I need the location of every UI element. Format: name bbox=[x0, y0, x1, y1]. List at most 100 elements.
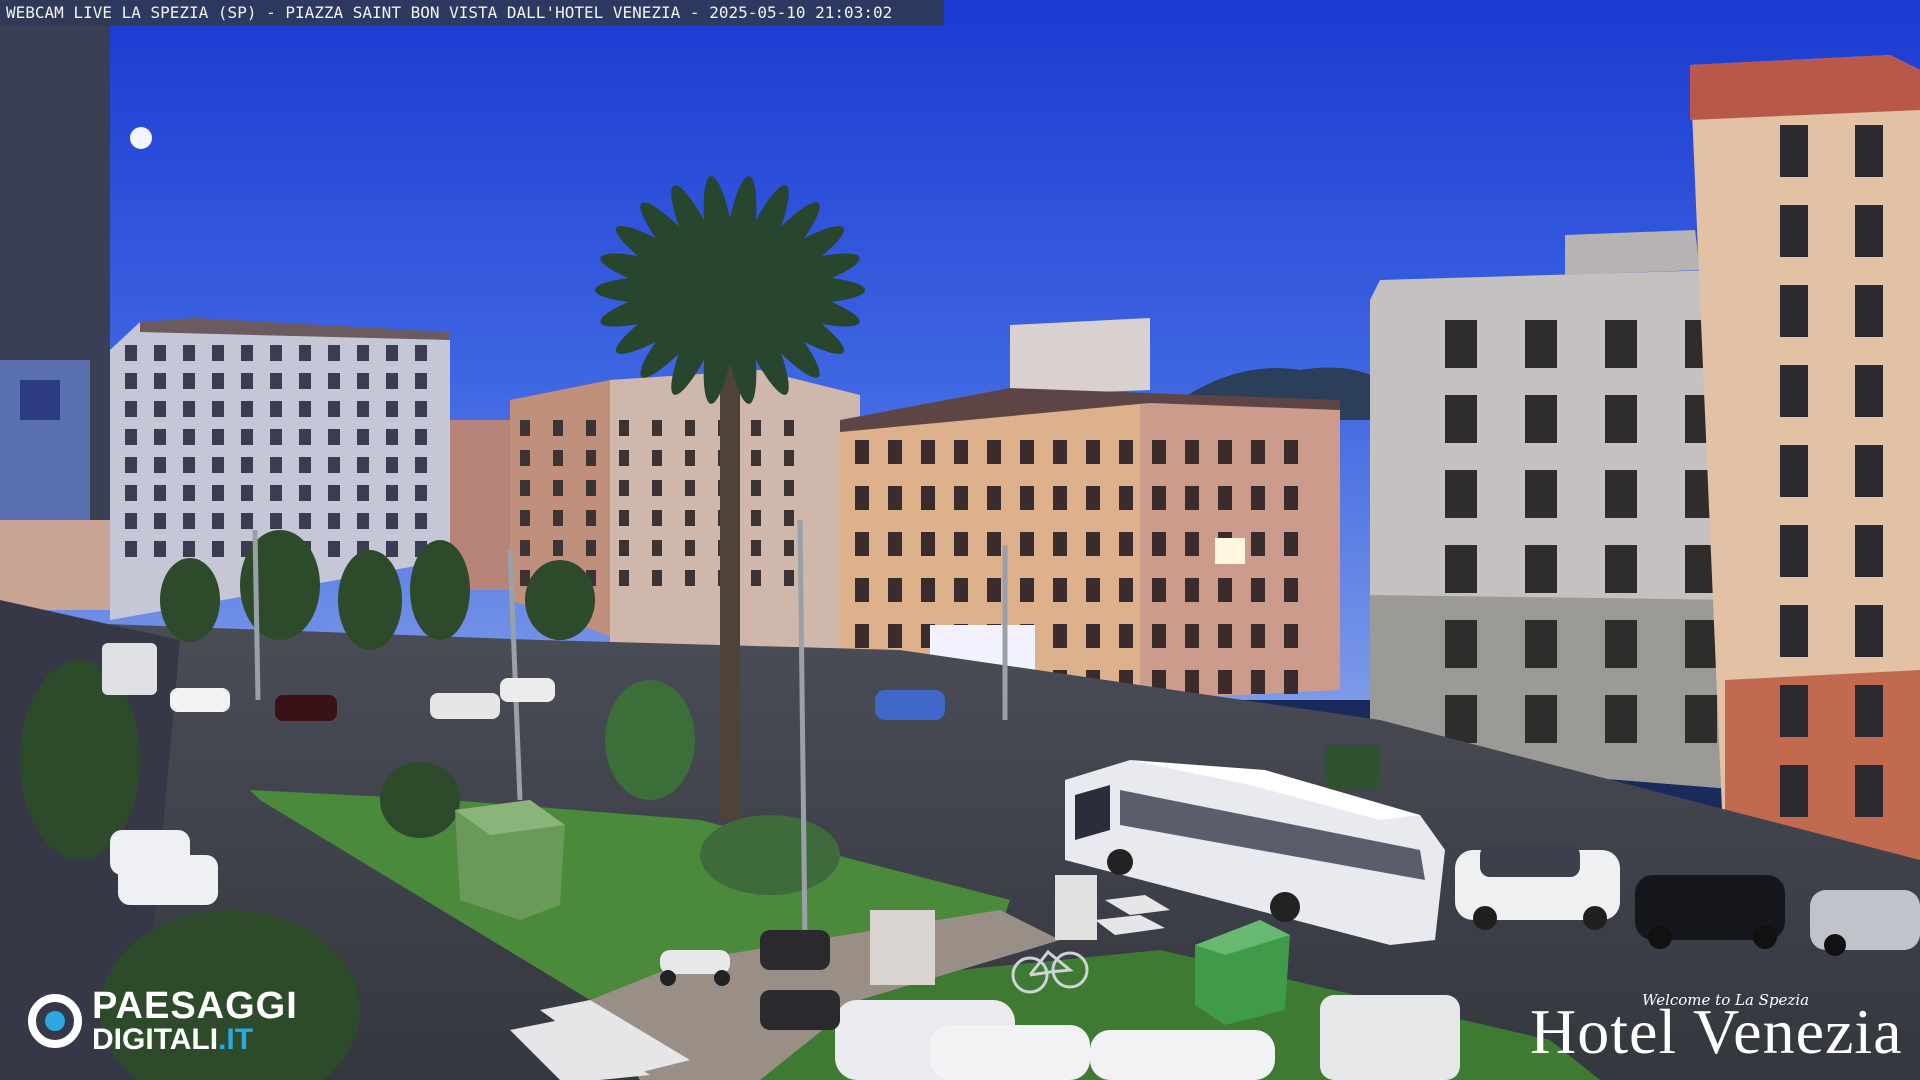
window bbox=[1119, 486, 1133, 510]
window bbox=[1152, 624, 1166, 648]
window bbox=[415, 457, 427, 473]
window bbox=[1152, 440, 1166, 464]
window bbox=[619, 540, 629, 556]
window bbox=[328, 401, 340, 417]
window bbox=[1605, 620, 1637, 668]
window bbox=[328, 345, 340, 361]
window bbox=[328, 373, 340, 389]
window bbox=[954, 440, 968, 464]
window bbox=[270, 429, 282, 445]
window bbox=[212, 541, 224, 557]
window bbox=[299, 401, 311, 417]
window bbox=[685, 510, 695, 526]
window bbox=[270, 457, 282, 473]
window bbox=[212, 457, 224, 473]
window bbox=[586, 540, 596, 556]
window bbox=[1086, 624, 1100, 648]
window bbox=[183, 429, 195, 445]
window bbox=[855, 440, 869, 464]
window bbox=[652, 540, 662, 556]
window bbox=[520, 450, 530, 466]
window bbox=[1855, 125, 1883, 177]
window bbox=[553, 510, 563, 526]
window bbox=[1525, 545, 1557, 593]
window bbox=[386, 429, 398, 445]
window bbox=[1119, 532, 1133, 556]
window bbox=[987, 578, 1001, 602]
window bbox=[1053, 486, 1067, 510]
window bbox=[1284, 532, 1298, 556]
window bbox=[921, 532, 935, 556]
window bbox=[154, 541, 166, 557]
window bbox=[784, 540, 794, 556]
window bbox=[1185, 532, 1199, 556]
window bbox=[183, 345, 195, 361]
window bbox=[751, 480, 761, 496]
window bbox=[386, 541, 398, 557]
window bbox=[1152, 486, 1166, 510]
window bbox=[1855, 205, 1883, 257]
window bbox=[888, 624, 902, 648]
window bbox=[1251, 486, 1265, 510]
window bbox=[619, 510, 629, 526]
window bbox=[212, 485, 224, 501]
window bbox=[1218, 578, 1232, 602]
window bbox=[784, 420, 794, 436]
window bbox=[241, 513, 253, 529]
window bbox=[1780, 685, 1808, 737]
window bbox=[1284, 624, 1298, 648]
window bbox=[784, 570, 794, 586]
window bbox=[415, 401, 427, 417]
window bbox=[241, 429, 253, 445]
hotel-venezia-logo[interactable]: Hotel Venezia Welcome to La Spezia bbox=[1530, 985, 1902, 1067]
window bbox=[1020, 440, 1034, 464]
window bbox=[386, 345, 398, 361]
window bbox=[1053, 578, 1067, 602]
window bbox=[1284, 440, 1298, 464]
window bbox=[685, 480, 695, 496]
window bbox=[357, 401, 369, 417]
window bbox=[1445, 470, 1477, 518]
window bbox=[888, 440, 902, 464]
window bbox=[520, 480, 530, 496]
window bbox=[212, 429, 224, 445]
info-sign bbox=[1055, 875, 1097, 940]
window bbox=[987, 486, 1001, 510]
window bbox=[1218, 670, 1232, 694]
window bbox=[154, 429, 166, 445]
window bbox=[987, 532, 1001, 556]
window bbox=[685, 450, 695, 466]
window bbox=[888, 532, 902, 556]
window bbox=[270, 485, 282, 501]
window bbox=[784, 480, 794, 496]
window bbox=[241, 373, 253, 389]
window bbox=[1525, 320, 1557, 368]
webcam-scene bbox=[0, 0, 1920, 1080]
window bbox=[1086, 486, 1100, 510]
building-right-red bbox=[1690, 55, 1920, 880]
window bbox=[154, 401, 166, 417]
window bbox=[270, 401, 282, 417]
window bbox=[1525, 620, 1557, 668]
window bbox=[125, 513, 137, 529]
window bbox=[1605, 470, 1637, 518]
window bbox=[1855, 285, 1883, 337]
window bbox=[328, 457, 340, 473]
building-right-grey bbox=[1370, 230, 1745, 790]
window bbox=[299, 345, 311, 361]
window bbox=[619, 450, 629, 466]
window bbox=[328, 513, 340, 529]
window bbox=[1525, 470, 1557, 518]
recycling-bin-left bbox=[455, 800, 565, 920]
logo-line2: DIGITALI bbox=[92, 1023, 219, 1056]
window bbox=[415, 429, 427, 445]
window bbox=[1855, 365, 1883, 417]
window bbox=[1605, 695, 1637, 743]
window bbox=[386, 513, 398, 529]
window bbox=[619, 570, 629, 586]
window bbox=[1185, 486, 1199, 510]
window bbox=[751, 450, 761, 466]
window bbox=[183, 513, 195, 529]
paesaggi-digitali-logo[interactable]: PAESAGGI DIGITALI.IT bbox=[28, 987, 298, 1055]
window bbox=[1780, 205, 1808, 257]
